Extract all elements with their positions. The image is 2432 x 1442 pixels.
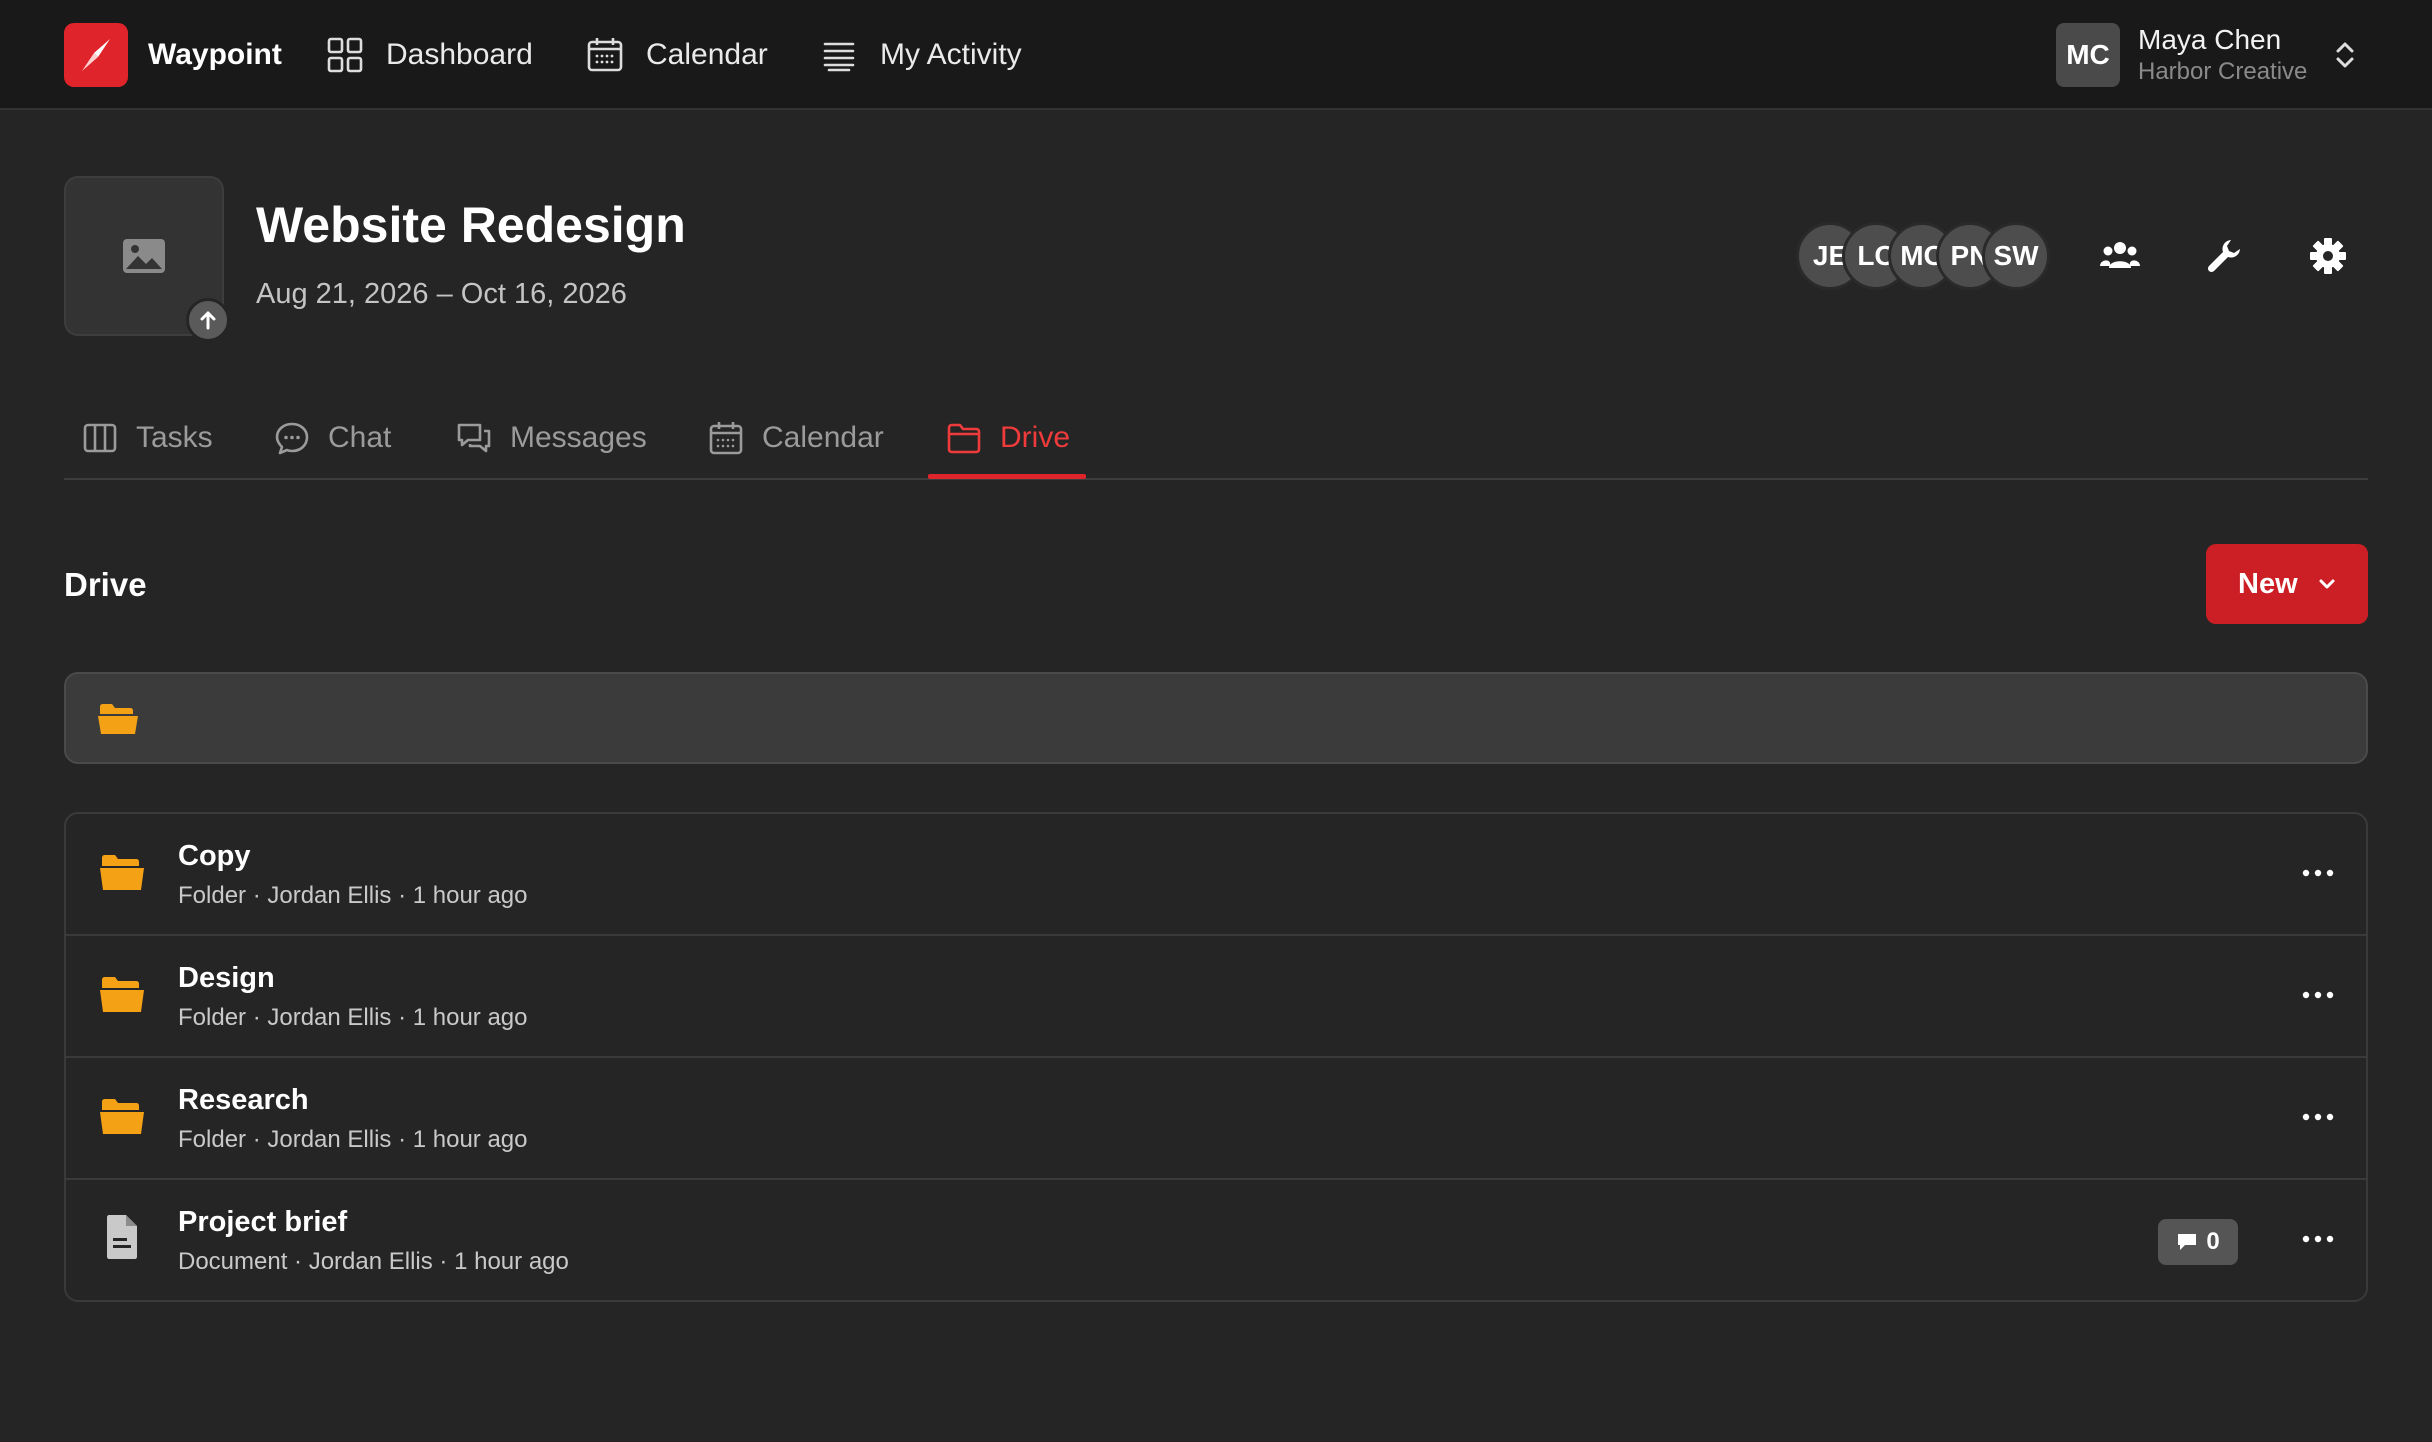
file-name: Research: [178, 1084, 309, 1116]
folder-icon: [947, 423, 981, 454]
more-horizontal-icon[interactable]: [2298, 1102, 2338, 1132]
file-meta: Folder · Jordan Ellis · 1 hour ago: [178, 1126, 528, 1153]
folder-icon: [100, 1099, 144, 1134]
team-users-icon[interactable]: [2100, 236, 2140, 276]
tab-messages-label: Messages: [510, 421, 647, 454]
folder-icon: [100, 977, 144, 1012]
file-list: Copy Folder · Jordan Ellis · 1 hour ago …: [64, 812, 2368, 1302]
new-button-label: New: [2238, 567, 2298, 600]
file-meta: Folder · Jordan Ellis · 1 hour ago: [178, 882, 528, 909]
compass-logo-icon: [64, 23, 128, 87]
folder-icon: [100, 855, 144, 890]
more-horizontal-icon[interactable]: [2298, 1224, 2338, 1254]
tab-chat[interactable]: Chat: [274, 416, 391, 480]
image-placeholder-icon: [123, 239, 165, 273]
file-meta: Folder · Jordan Ellis · 1 hour ago: [178, 1004, 528, 1031]
chevron-down-icon: [2319, 579, 2335, 589]
nav-calendar-label: Calendar: [646, 38, 768, 71]
messages-icon: [457, 423, 491, 453]
activity-list-icon: [823, 42, 855, 72]
wrench-icon[interactable]: [2204, 236, 2244, 276]
file-name: Design: [178, 962, 275, 994]
project-tabs: Tasks Chat Messages Calendar Drive: [64, 416, 2368, 480]
user-name: Maya Chen: [2138, 24, 2282, 55]
file-name: Copy: [178, 840, 251, 872]
tab-tasks[interactable]: Tasks: [82, 416, 213, 480]
document-icon: [107, 1215, 137, 1259]
avatar: MC: [2056, 23, 2120, 87]
nav-dashboard[interactable]: Dashboard: [326, 31, 533, 79]
user-info: Maya Chen Harbor Creative: [2138, 23, 2307, 87]
folder-open-icon[interactable]: [98, 702, 138, 736]
breadcrumb[interactable]: [64, 672, 2368, 764]
more-horizontal-icon[interactable]: [2298, 980, 2338, 1010]
tab-drive[interactable]: Drive: [946, 416, 1070, 480]
active-tab-indicator: [928, 474, 1086, 479]
app-name: Waypoint: [148, 38, 282, 71]
chevron-up-down-icon[interactable]: [2330, 38, 2360, 72]
project-dates: Aug 21, 2026 – Oct 16, 2026: [256, 278, 627, 310]
table-row[interactable]: Design Folder · Jordan Ellis · 1 hour ag…: [66, 936, 2366, 1058]
comment-count-badge[interactable]: 0: [2158, 1219, 2238, 1265]
user-menu[interactable]: MC Maya Chen Harbor Creative: [2056, 22, 2307, 88]
member-avatar[interactable]: SW: [1982, 222, 2050, 290]
page-title: Website Redesign: [256, 197, 686, 253]
upload-thumbnail-button[interactable]: [186, 298, 230, 342]
comment-count: 0: [2206, 1228, 2220, 1255]
new-button[interactable]: New: [2206, 544, 2368, 624]
table-row[interactable]: Copy Folder · Jordan Ellis · 1 hour ago: [66, 814, 2366, 936]
table-row[interactable]: Research Folder · Jordan Ellis · 1 hour …: [66, 1058, 2366, 1180]
nav-calendar[interactable]: Calendar: [586, 31, 768, 79]
file-meta: Document · Jordan Ellis · 1 hour ago: [178, 1248, 569, 1275]
tab-chat-label: Chat: [328, 421, 392, 454]
user-org: Harbor Creative: [2138, 58, 2308, 85]
calendar-icon: [709, 422, 743, 455]
arrow-up-icon: [200, 311, 216, 330]
gear-icon[interactable]: [2308, 236, 2348, 276]
tab-calendar-label: Calendar: [762, 421, 884, 454]
columns-icon: [83, 423, 117, 453]
tab-tasks-label: Tasks: [136, 421, 213, 454]
chat-bubble-icon: [275, 422, 309, 455]
top-navigation-bar: Waypoint Dashboard Calendar My Activity …: [0, 0, 2432, 110]
tab-drive-label: Drive: [1000, 421, 1071, 454]
brand[interactable]: Waypoint: [64, 23, 282, 87]
tab-messages[interactable]: Messages: [456, 416, 647, 480]
tab-calendar[interactable]: Calendar: [708, 416, 884, 480]
calendar-icon: [587, 38, 623, 72]
nav-my-activity[interactable]: My Activity: [820, 31, 1022, 79]
file-name: Project brief: [178, 1206, 348, 1238]
section-title: Drive: [64, 566, 147, 603]
grid-icon: [327, 37, 363, 73]
nav-my-activity-label: My Activity: [880, 38, 1022, 71]
nav-dashboard-label: Dashboard: [386, 38, 533, 71]
comment-icon: [2178, 1234, 2197, 1250]
more-horizontal-icon[interactable]: [2298, 858, 2338, 888]
table-row[interactable]: Project brief Document · Jordan Ellis · …: [66, 1180, 2366, 1300]
